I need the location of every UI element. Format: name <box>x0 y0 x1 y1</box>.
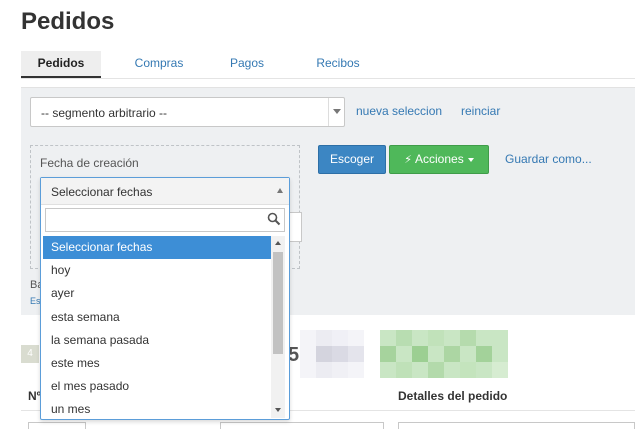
table-row-cell[interactable] <box>398 422 635 429</box>
date-option[interactable]: el mes pasado <box>43 375 271 398</box>
bolt-icon: ⚡ <box>404 154 413 166</box>
segment-select-value: -- segmento arbitrario -- <box>41 106 168 120</box>
scroll-up-arrow-icon[interactable] <box>275 241 281 245</box>
scroll-down-arrow-icon[interactable] <box>275 408 281 412</box>
date-option[interactable]: hoy <box>43 259 271 282</box>
tab-bar: Pedidos Compras Pagos Recibos <box>21 51 635 79</box>
date-range-select-value: Seleccionar fechas <box>51 185 153 199</box>
date-range-search-input[interactable] <box>45 208 285 232</box>
blurred-image-2 <box>380 330 508 378</box>
date-range-select[interactable]: Seleccionar fechas <box>41 178 289 205</box>
date-filter-label: Fecha de creación <box>40 156 139 170</box>
date-range-options: Seleccionar fechas hoy ayer esta semana … <box>43 236 271 418</box>
save-as-link[interactable]: Guardar como... <box>505 152 592 166</box>
search-icon <box>267 212 281 226</box>
tab-recibos[interactable]: Recibos <box>305 51 371 78</box>
tab-pedidos[interactable]: Pedidos <box>21 51 101 78</box>
scrollbar-thumb[interactable] <box>273 252 283 354</box>
date-range-dropdown[interactable]: Seleccionar fechas Seleccionar fechas ho… <box>40 177 290 420</box>
table-row-cell[interactable] <box>220 422 384 429</box>
tab-compras[interactable]: Compras <box>124 51 194 78</box>
date-option[interactable]: Seleccionar fechas <box>43 236 271 260</box>
segment-select[interactable]: -- segmento arbitrario -- <box>30 97 345 127</box>
chevron-down-icon <box>333 109 341 114</box>
left-text-2[interactable]: Es <box>30 296 41 306</box>
count-badge: 4 <box>21 345 39 363</box>
date-option[interactable]: la semana pasada <box>43 329 271 352</box>
table-row-cell[interactable] <box>28 422 86 429</box>
date-option[interactable]: este mes <box>43 352 271 375</box>
page-title: Pedidos <box>21 8 115 35</box>
choose-button[interactable]: Escoger <box>318 145 386 174</box>
new-selection-link[interactable]: nueva seleccion <box>356 104 442 118</box>
actions-button-label: Acciones <box>415 152 464 166</box>
caret-down-icon <box>467 157 474 162</box>
blurred-image-1 <box>300 330 364 378</box>
tab-pagos[interactable]: Pagos <box>217 51 277 78</box>
date-option[interactable]: ayer <box>43 282 271 305</box>
chevron-up-icon <box>277 188 283 193</box>
actions-button[interactable]: ⚡ Acciones <box>389 145 489 174</box>
segment-select-toggle[interactable] <box>328 98 344 126</box>
date-option[interactable]: un mes <box>43 398 271 418</box>
date-option[interactable]: esta semana <box>43 306 271 329</box>
dropdown-scrollbar[interactable] <box>271 236 285 418</box>
reset-link[interactable]: reinciar <box>461 104 500 118</box>
column-header-details: Detalles del pedido <box>398 389 508 403</box>
